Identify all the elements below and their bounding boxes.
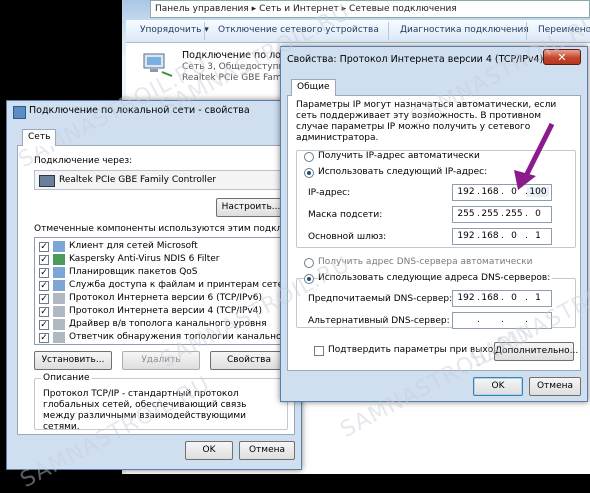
rename-button[interactable]: Переимено — [538, 25, 590, 35]
dns1-octet[interactable]: 192 — [455, 293, 477, 303]
ipv4-dialog-title: Свойства: Протокол Интернета версии 4 (T… — [287, 54, 544, 65]
list-item-label: Драйвер в/в тополога канального уровня — [69, 319, 267, 329]
ipv4-cancel-button[interactable]: Отмена — [529, 377, 581, 396]
checkbox[interactable]: ✓ — [39, 281, 49, 291]
description-label: Описание — [41, 373, 92, 383]
address-part[interactable]: Панель управления — [155, 4, 249, 14]
auto-dns-label[interactable]: Получить адрес DNS-сервера автоматически — [318, 257, 533, 267]
network-client-icon — [53, 241, 65, 252]
manual-ip-radio[interactable] — [304, 168, 314, 178]
protocol-icon — [53, 293, 65, 304]
explorer-toolbar: Упорядочить ▾ Отключение сетевого устрой… — [126, 20, 590, 43]
gateway-field[interactable]: 192. 168. 0. 1 — [452, 228, 552, 245]
checkbox[interactable]: ✓ — [39, 268, 49, 278]
checkbox[interactable]: ✓ — [39, 294, 49, 304]
subnet-mask-field[interactable]: 255. 255. 255. 0 — [452, 206, 552, 223]
remove-button[interactable]: Удалить — [122, 351, 200, 370]
dns1-octet[interactable]: 0 — [503, 293, 525, 303]
diagnose-button[interactable]: Диагностика подключения — [400, 25, 529, 35]
mask-octet[interactable]: 255 — [479, 209, 501, 219]
dns1-octet[interactable]: 1 — [527, 293, 549, 303]
mask-octet[interactable]: 255 — [503, 209, 525, 219]
adapter-name: Realtek PCIe GBE Family Controller — [59, 175, 217, 185]
advanced-button[interactable]: Дополнительно... — [494, 342, 578, 361]
filter-icon — [53, 254, 65, 265]
dns1-octet[interactable]: 168 — [479, 293, 501, 303]
adapter-icon — [39, 175, 55, 187]
manual-dns-label[interactable]: Использовать следующие адреса DNS-сервер… — [318, 273, 553, 283]
validate-label[interactable]: Подтвердить параметры при выходе — [328, 345, 505, 355]
protocol-icon — [53, 306, 65, 317]
preferred-dns-field[interactable]: 192. 168. 0. 1 — [452, 290, 552, 307]
validate-checkbox[interactable] — [314, 346, 324, 356]
ip-octet[interactable]: 192 — [455, 187, 477, 197]
file-sharing-icon — [53, 280, 65, 291]
tab-network[interactable]: Сеть — [22, 129, 57, 146]
checkbox[interactable]: ✓ — [39, 333, 49, 343]
adapter-box: Realtek PCIe GBE Family Controller — [34, 170, 288, 190]
scheduler-icon — [53, 267, 65, 278]
list-item-label: Протокол Интернета версии 4 (TCP/IPv4) — [69, 306, 262, 316]
ipv4-ok-button[interactable]: OK — [473, 377, 523, 396]
list-item-label: Клиент для сетей Microsoft — [69, 241, 198, 251]
dns2-label: Альтернативный DNS-сервер: — [308, 316, 450, 326]
connection-adapter: Realtek PCIe GBE Family — [182, 73, 292, 83]
tab-general[interactable]: Общие — [291, 79, 336, 96]
properties-button[interactable]: Свойства — [210, 351, 288, 370]
mask-octet[interactable]: 0 — [527, 209, 549, 219]
ip-octet[interactable]: 168 — [479, 187, 501, 197]
description-group: Описание Протокол TCP/IP - стандартный п… — [34, 373, 288, 432]
manual-ip-label[interactable]: Использовать следующий IP-адрес: — [318, 167, 490, 177]
organize-button[interactable]: Упорядочить ▾ — [140, 25, 209, 35]
components-list[interactable]: ✓ Клиент для сетей Microsoft ✓ Kaspersky A… — [34, 237, 328, 345]
list-item-label: Kaspersky Anti-Virus NDIS 6 Filter — [69, 254, 220, 264]
list-item-label: Планировщик пакетов QoS — [69, 267, 198, 277]
connect-via-label: Подключение через: — [34, 156, 133, 166]
description-text: Протокол TCP/IP - стандартный протокол г… — [43, 389, 247, 432]
checkbox[interactable]: ✓ — [39, 255, 49, 265]
checkbox[interactable]: ✓ — [39, 320, 49, 330]
auto-ip-label[interactable]: Получить IP-адрес автоматически — [318, 151, 480, 161]
auto-ip-radio[interactable] — [304, 152, 314, 162]
lan-properties-dialog: Подключение по локальной сети - свойства… — [6, 100, 328, 470]
lan-cancel-button[interactable]: Отмена — [239, 441, 295, 460]
mask-label: Маска подсети: — [308, 210, 383, 220]
protocol-icon — [53, 332, 65, 343]
lan-ok-button[interactable]: OK — [185, 441, 233, 460]
network-connection-icon[interactable] — [140, 50, 174, 78]
gateway-label: Основной шлюз: — [308, 232, 387, 242]
checkbox[interactable]: ✓ — [39, 307, 49, 317]
ipv4-properties-dialog: Свойства: Протокол Интернета версии 4 (T… — [280, 46, 588, 402]
gateway-octet[interactable]: 1 — [527, 231, 549, 241]
lan-dialog-title: Подключение по локальной сети - свойства — [29, 105, 250, 116]
list-item-label: Протокол Интернета версии 6 (TCP/IPv6) — [69, 293, 262, 303]
address-bar[interactable]: Панель управления ▸ Сеть и Интернет ▸ Се… — [150, 0, 590, 18]
network-icon — [13, 106, 26, 119]
gateway-octet[interactable]: 168 — [479, 231, 501, 241]
mask-octet[interactable]: 255 — [455, 209, 477, 219]
gateway-octet[interactable]: 0 — [503, 231, 525, 241]
close-icon[interactable]: ✕ — [543, 49, 581, 65]
checkbox[interactable]: ✓ — [39, 242, 49, 252]
gateway-octet[interactable]: 192 — [455, 231, 477, 241]
alternate-dns-field[interactable]: . . . — [452, 312, 552, 329]
address-part[interactable]: Сеть и Интернет — [259, 4, 339, 14]
lan-panel: Подключение через: Realtek PCIe GBE Fami… — [17, 145, 328, 435]
auto-dns-radio[interactable] — [304, 258, 314, 268]
dns1-label: Предпочитаемый DNS-сервер: — [308, 294, 453, 304]
install-button[interactable]: Установить... — [34, 351, 112, 370]
address-part[interactable]: Сетевые подключения — [349, 4, 457, 14]
manual-dns-radio[interactable] — [304, 274, 314, 284]
configure-button[interactable]: Настроить... — [216, 198, 286, 217]
ip-label: IP-адрес: — [308, 188, 351, 198]
protocol-icon — [53, 319, 65, 330]
disable-device-button[interactable]: Отключение сетевого устройства — [218, 25, 379, 35]
annotation-arrow — [514, 122, 555, 190]
connection-network: Сеть 3, Общедоступн — [182, 62, 285, 72]
